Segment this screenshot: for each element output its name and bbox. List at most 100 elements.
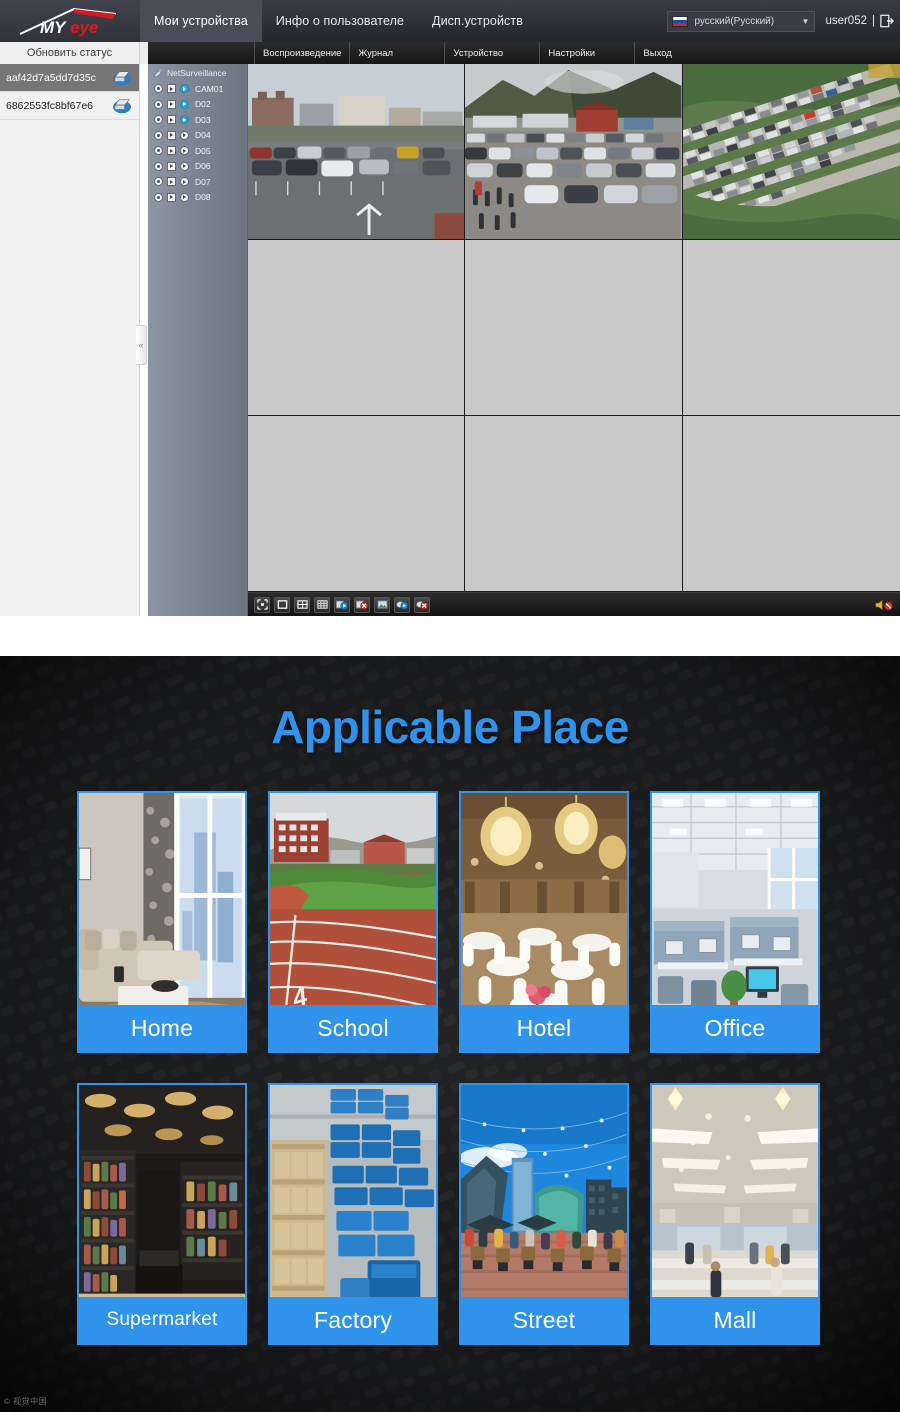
channel-select-icon[interactable] <box>154 192 163 202</box>
channel-stream-icon[interactable] <box>180 99 189 109</box>
tab-exit[interactable]: Выход <box>634 42 679 64</box>
single-view-icon[interactable] <box>274 596 290 613</box>
channel-play-icon[interactable] <box>167 177 176 187</box>
svg-text:MY: MY <box>40 18 67 37</box>
image-watermark: © 视觉中国 <box>4 1397 48 1406</box>
channel-play-icon[interactable] <box>167 115 176 125</box>
channel-label: D03 <box>195 114 211 125</box>
open-all-preview-icon[interactable] <box>334 596 350 613</box>
channel-play-icon[interactable] <box>167 130 176 140</box>
video-cell-empty[interactable] <box>682 240 900 416</box>
section-title: Applicable Place <box>271 701 629 753</box>
channel-label: D07 <box>195 176 211 187</box>
place-card-school[interactable]: 4 5 6 School <box>268 791 438 1053</box>
channel-stream-icon[interactable] <box>180 192 189 202</box>
video-cell-empty[interactable] <box>465 416 683 592</box>
sub-tab-strip: Воспроизведение Журнал Устройство Настро… <box>148 42 900 64</box>
place-card-label: School <box>270 1005 436 1051</box>
refresh-status-button[interactable]: Обновить статус <box>0 42 140 64</box>
user-area: user052 | <box>825 14 894 28</box>
channel-stream-icon[interactable] <box>180 161 189 171</box>
channel-row[interactable]: D05 <box>148 143 247 159</box>
camera-feed-parking-lot-aerial <box>682 64 900 239</box>
channel-label: D06 <box>195 161 211 172</box>
device-list-item[interactable]: aaf42d7a5dd7d35c <box>0 64 139 92</box>
video-cell-live[interactable] <box>248 64 466 240</box>
nvr-web-client: MY eye Мои устройства Инфо о пользовател… <box>0 0 900 630</box>
channel-stream-icon[interactable] <box>180 130 189 140</box>
channel-row[interactable]: D03 <box>148 112 247 128</box>
language-selector[interactable]: русский(Русский) ▼ <box>667 10 816 32</box>
page-root: MY eye Мои устройства Инфо о пользовател… <box>0 0 900 1412</box>
close-all-preview-icon[interactable] <box>354 596 370 613</box>
tab-log[interactable]: Журнал <box>349 42 444 64</box>
tab-device[interactable]: Устройство <box>444 42 539 64</box>
fullscreen-icon[interactable] <box>254 596 270 613</box>
nine-split-view-icon[interactable] <box>314 596 330 613</box>
myeye-logo[interactable]: MY eye <box>0 0 140 42</box>
channel-play-icon[interactable] <box>167 192 176 202</box>
channel-select-icon[interactable] <box>154 146 163 156</box>
place-card-mall[interactable]: Mall <box>650 1083 820 1345</box>
place-card-hotel[interactable]: Hotel <box>459 791 629 1053</box>
place-card-factory[interactable]: Factory <box>268 1083 438 1345</box>
place-card-label: Home <box>79 1005 245 1051</box>
channel-row[interactable]: D02 <box>148 97 247 113</box>
channel-select-icon[interactable] <box>154 84 163 94</box>
camera-feed-parking-lot-street-level <box>248 64 465 239</box>
channel-select-icon[interactable] <box>154 130 163 140</box>
four-split-view-icon[interactable] <box>294 596 310 613</box>
channel-stream-icon[interactable] <box>180 146 189 156</box>
video-cell-live[interactable] <box>465 64 683 240</box>
place-card-label: Office <box>652 1005 818 1051</box>
channel-select-icon[interactable] <box>154 115 163 125</box>
place-card-label: Mall <box>652 1297 818 1343</box>
video-cell-empty[interactable] <box>248 240 466 416</box>
user-separator: | <box>872 15 875 27</box>
nvr-device-icon <box>113 70 131 85</box>
video-cell-empty[interactable] <box>465 240 683 416</box>
channel-play-icon[interactable] <box>167 146 176 156</box>
channel-play-icon[interactable] <box>167 84 176 94</box>
channel-stream-icon[interactable] <box>180 84 189 94</box>
panel-collapse-handle[interactable]: « <box>136 325 147 365</box>
channel-select-icon[interactable] <box>154 161 163 171</box>
video-cell-empty[interactable] <box>682 416 900 592</box>
tab-settings[interactable]: Настройки <box>539 42 634 64</box>
channel-play-icon[interactable] <box>167 161 176 171</box>
russia-flag-icon <box>672 15 689 27</box>
channel-row[interactable]: CAM01 <box>148 81 247 97</box>
place-card-office[interactable]: Office <box>650 791 820 1053</box>
device-list-item[interactable]: 6862553fc8bf67e6 <box>0 92 139 120</box>
camera-icon <box>153 69 162 78</box>
channel-tree-root[interactable]: NetSurveillance <box>148 64 247 81</box>
channel-row[interactable]: D08 <box>148 190 247 206</box>
start-record-icon[interactable] <box>394 596 410 613</box>
place-card-home[interactable]: Home <box>77 791 247 1053</box>
camera-feed-parking-lot-mountain-valley <box>465 64 682 239</box>
channel-label: CAM01 <box>195 83 224 94</box>
video-wall <box>248 64 900 616</box>
channel-select-icon[interactable] <box>154 177 163 187</box>
place-card-supermarket[interactable]: Supermarket <box>77 1083 247 1345</box>
video-cell-empty[interactable] <box>248 416 466 592</box>
channel-row[interactable]: D06 <box>148 159 247 175</box>
nav-item-my-devices[interactable]: Мои устройства <box>140 0 262 42</box>
channel-stream-icon[interactable] <box>180 177 189 187</box>
header-right-controls: русский(Русский) ▼ user052 | <box>667 0 894 42</box>
channel-row[interactable]: D07 <box>148 174 247 190</box>
top-header-bar: MY eye Мои устройства Инфо о пользовател… <box>0 0 900 42</box>
stop-record-icon[interactable] <box>414 596 430 613</box>
channel-stream-icon[interactable] <box>180 115 189 125</box>
place-card-street[interactable]: Street <box>459 1083 629 1345</box>
logout-icon[interactable] <box>880 14 894 28</box>
nav-item-device-manager[interactable]: Дисп.устройств <box>418 0 537 42</box>
channel-play-icon[interactable] <box>167 99 176 109</box>
tab-playback[interactable]: Воспроизведение <box>254 42 349 64</box>
nav-item-user-info[interactable]: Инфо о пользователе <box>262 0 418 42</box>
channel-row[interactable]: D04 <box>148 128 247 144</box>
snapshot-icon[interactable] <box>374 596 390 613</box>
mute-speaker-icon[interactable] <box>874 598 894 612</box>
video-cell-live[interactable] <box>682 64 900 240</box>
channel-select-icon[interactable] <box>154 99 163 109</box>
